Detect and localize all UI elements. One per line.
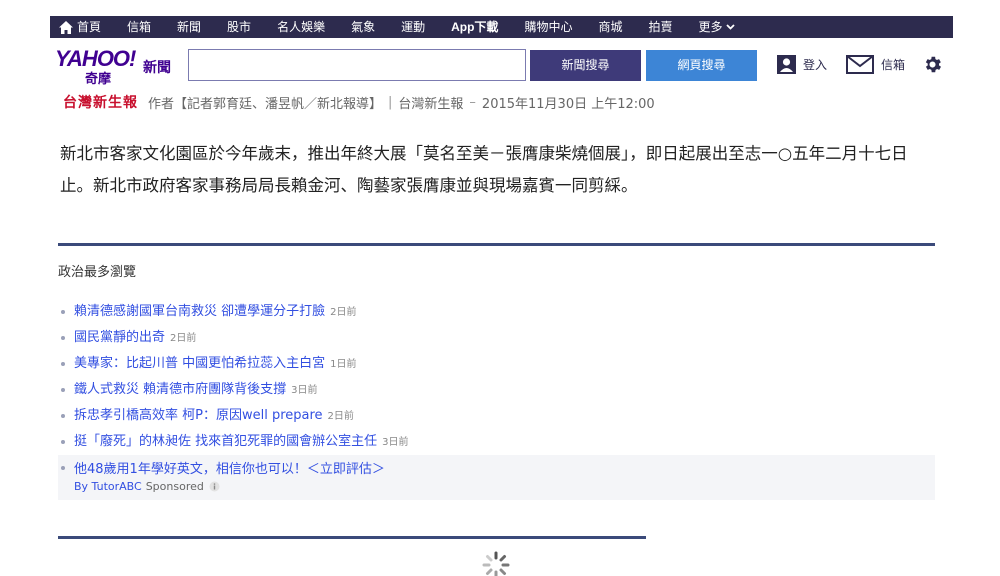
loading-spinner-icon — [482, 551, 510, 576]
nav-item-label: 首頁 — [77, 20, 102, 34]
yahoo-news-logo[interactable]: YAHOO! 奇摩 新聞 — [55, 46, 175, 87]
nav-item-label: 股市 — [227, 20, 252, 34]
nav-item-auction[interactable]: 拍賣 — [635, 16, 685, 38]
headline-link[interactable]: 鐵人式救災 賴清德市府團隊背後支撐 — [74, 382, 286, 397]
time-ago: 2日前 — [170, 333, 197, 344]
sponsored-headline-link[interactable]: 他48歲用1年學好英文，相信你也可以！＜立即評估＞ — [74, 458, 385, 477]
list-item[interactable]: 美專家：比起川普 中國更怕希拉蕊入主白宮 1日前 — [58, 351, 935, 377]
chevron-down-icon — [725, 24, 735, 30]
list-item[interactable]: 鐵人式救災 賴清德市府團隊背後支撐 3日前 — [58, 377, 935, 403]
sponsored-label: Sponsored — [145, 480, 204, 493]
nav-item-shopping[interactable]: 購物中心 — [511, 16, 585, 38]
nav-item-more[interactable]: 更多 — [685, 16, 747, 38]
source-logo: 台灣新生報 — [63, 95, 138, 111]
headline-link[interactable]: 賴清德感謝國軍台南救災 卻遭學運分子打臉 — [74, 304, 325, 319]
list-item[interactable]: 國民黨靜的出奇 2日前 — [58, 325, 935, 351]
time-ago: 1日前 — [330, 359, 357, 370]
logo-section: 新聞 — [143, 60, 171, 76]
bullet — [61, 310, 65, 314]
nav-item-label: 商城 — [598, 20, 623, 34]
search-web-button[interactable]: 網頁搜尋 — [646, 50, 757, 81]
top-nav-bar: 首頁 信箱 新聞 股市 名人娛樂 氣象 運動 App下載 購物中心 商城 拍賣 … — [50, 16, 953, 38]
ad-info-icon[interactable] — [209, 481, 220, 492]
headline-link[interactable]: 拆忠孝引橋高效率 柯P：原因well prepare — [74, 408, 323, 423]
nav-item-label: 購物中心 — [524, 20, 573, 34]
nav-item-news[interactable]: 新聞 — [164, 16, 214, 38]
user-icon — [777, 55, 796, 74]
nav-item-label: 氣象 — [351, 20, 376, 34]
nav-item-label: 新聞 — [177, 20, 202, 34]
bullet — [61, 466, 65, 470]
nav-item-weather[interactable]: 氣象 — [338, 16, 388, 38]
mail-link[interactable]: 信箱 — [846, 55, 905, 74]
time-ago: 2日前 — [327, 411, 354, 422]
most-viewed-title: 政治最多瀏覽 — [58, 265, 137, 280]
bullet — [61, 362, 65, 366]
nav-item-mall[interactable]: 商城 — [585, 16, 635, 38]
mail-icon — [846, 55, 874, 74]
mail-label: 信箱 — [881, 58, 906, 72]
time-ago: 2日前 — [330, 307, 357, 318]
list-item[interactable]: 挺「廢死」的林昶佐 找來首犯死罪的國會辦公室主任 3日前 — [58, 429, 935, 455]
list-item[interactable]: 拆忠孝引橋高效率 柯P：原因well prepare 2日前 — [58, 403, 935, 429]
logo-sub: 奇摩 — [85, 72, 112, 87]
nav-item-label: App下載 — [451, 20, 499, 34]
sponsored-meta: By TutorABC Sponsored — [74, 480, 220, 493]
gear-icon — [925, 56, 941, 73]
section-divider-bottom — [58, 536, 646, 539]
nav-item-mail[interactable]: 信箱 — [114, 16, 164, 38]
nav-item-label: 拍賣 — [648, 20, 673, 34]
byline-author: 作者【記者郭育廷、潘昱帆／新北報導】 — [148, 96, 383, 112]
nav-item-label: 名人娛樂 — [277, 20, 326, 34]
byline-dash: – — [469, 94, 476, 110]
login-label: 登入 — [803, 58, 828, 72]
section-divider — [58, 243, 935, 246]
nav-item-celebrity[interactable]: 名人娛樂 — [264, 16, 338, 38]
nav-item-home[interactable]: 首頁 — [50, 16, 114, 38]
list-item[interactable]: 賴清德感謝國軍台南救災 卻遭學運分子打臉 2日前 — [58, 299, 935, 325]
time-ago: 3日前 — [382, 437, 409, 448]
byline-datetime: 2015年11月30日 上午12:00 — [481, 96, 655, 112]
bullet — [61, 414, 65, 418]
bullet — [61, 388, 65, 392]
search-news-button[interactable]: 新聞搜尋 — [530, 50, 641, 81]
article-body: 新北市客家文化園區於今年歲末，推出年終大展「莫名至美－張膺康柴燒個展」，即日起展… — [60, 144, 908, 195]
sponsored-by[interactable]: By TutorABC — [74, 480, 142, 493]
headline-link[interactable]: 美專家：比起川普 中國更怕希拉蕊入主白宮 — [74, 356, 325, 371]
sponsored-item[interactable]: 他48歲用1年學好英文，相信你也可以！＜立即評估＞ By TutorABC Sp… — [58, 455, 935, 500]
time-ago: 3日前 — [291, 385, 318, 396]
bullet — [61, 440, 65, 444]
byline-separator: | — [388, 94, 393, 110]
nav-item-label: 運動 — [401, 20, 426, 34]
nav-item-sports[interactable]: 運動 — [388, 16, 438, 38]
nav-item-app-download[interactable]: App下載 — [438, 16, 511, 38]
headline-link[interactable]: 挺「廢死」的林昶佐 找來首犯死罪的國會辦公室主任 — [74, 434, 377, 449]
settings-button[interactable] — [922, 54, 943, 75]
most-viewed-list: 賴清德感謝國軍台南救災 卻遭學運分子打臉 2日前 國民黨靜的出奇 2日前 美專家：比… — [58, 299, 935, 455]
login-link[interactable]: 登入 — [777, 55, 827, 74]
bullet — [61, 336, 65, 340]
home-icon — [59, 20, 73, 34]
nav-item-stocks[interactable]: 股市 — [214, 16, 264, 38]
search-input[interactable] — [188, 49, 526, 81]
nav-item-label: 信箱 — [127, 20, 152, 34]
nav-item-label: 更多 — [698, 20, 723, 34]
article-byline: 台灣新生報 作者【記者郭育廷、潘昱帆／新北報導】 | 台灣新生報 – 2015年… — [63, 92, 655, 112]
byline-source: 台灣新生報 — [398, 96, 464, 112]
headline-link[interactable]: 國民黨靜的出奇 — [74, 330, 165, 345]
